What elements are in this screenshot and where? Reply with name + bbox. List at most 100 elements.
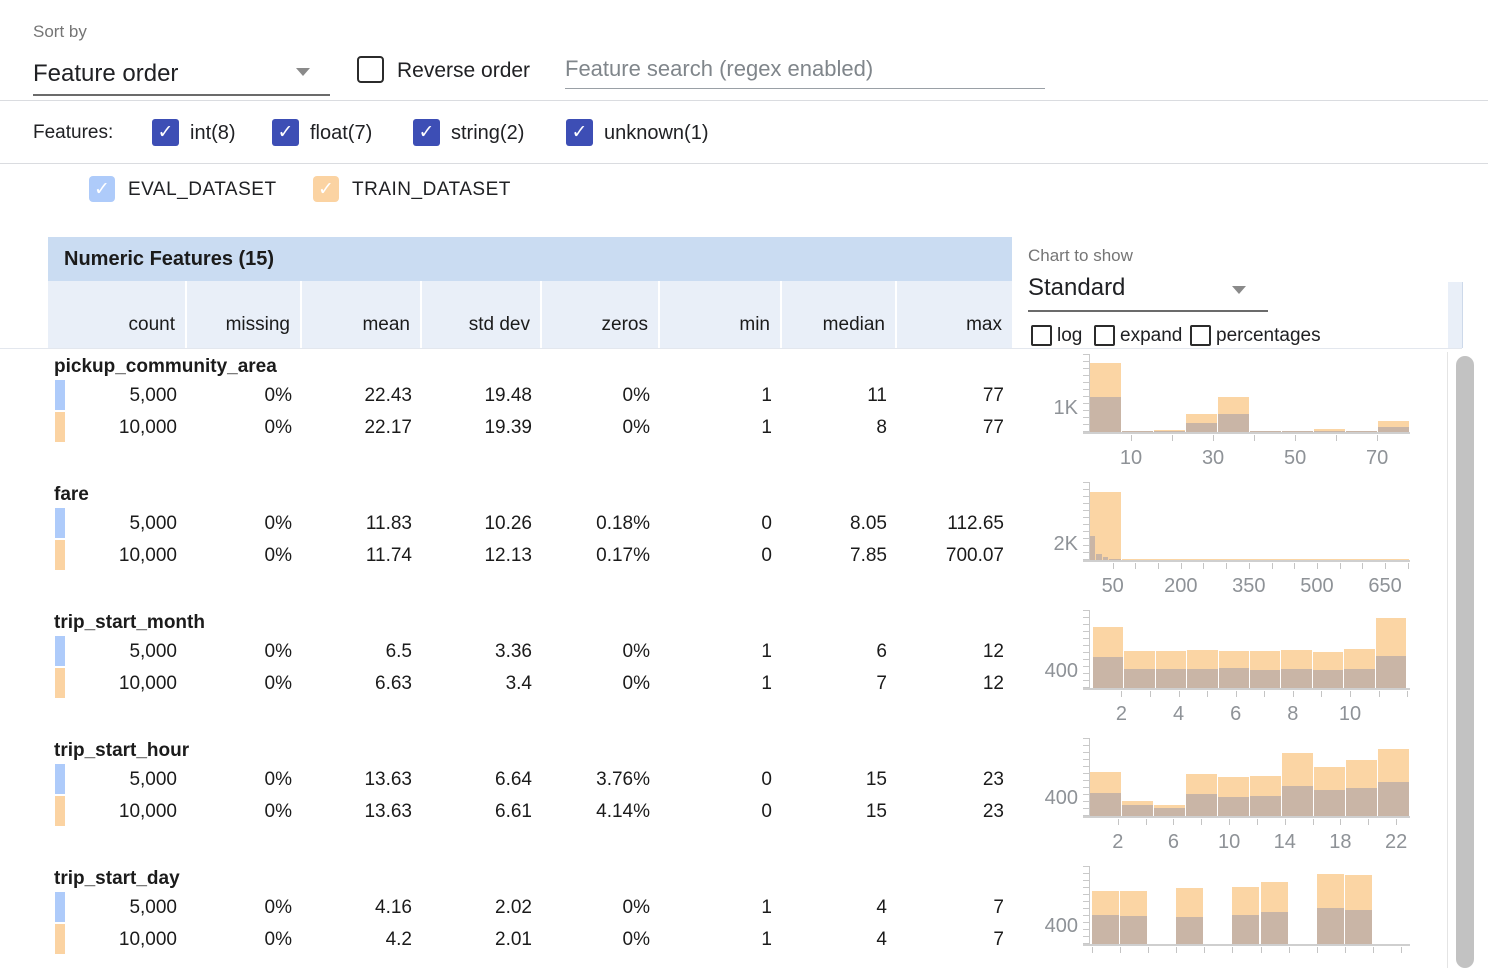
column-header-row: countmissingmeanstd devzerosminmedianmax — [48, 281, 1012, 348]
column-header-count: count — [48, 281, 185, 348]
stat-row-train: 10,0000%13.636.614.14%01523 — [48, 796, 1012, 827]
stat-value: 4.16 — [300, 892, 420, 923]
eval-histogram-bar — [1346, 788, 1377, 816]
eval-histogram-bar — [1092, 915, 1119, 944]
type-filter-float-checkbox[interactable] — [272, 119, 299, 146]
log-checkbox[interactable] — [1031, 325, 1052, 346]
column-header-mean: mean — [300, 281, 420, 348]
eval-histogram-bar — [1281, 669, 1311, 688]
stat-value: 23 — [895, 764, 1012, 795]
stat-value: 6 — [780, 636, 895, 667]
divider — [0, 100, 1488, 101]
type-filter-string-label: string(2) — [451, 122, 524, 145]
x-axis-tick-label: 30 — [1202, 447, 1224, 470]
chart-to-show-label: Chart to show — [1028, 246, 1133, 266]
y-axis-label: 400 — [1028, 660, 1078, 682]
percentages-checkbox[interactable] — [1190, 325, 1211, 346]
column-header-max: max — [895, 281, 1012, 348]
x-axis-tick — [1321, 691, 1322, 697]
train-series-swatch — [55, 668, 65, 698]
stat-value: 7 — [895, 892, 1012, 923]
sort-by-select[interactable]: Feature order — [33, 48, 330, 96]
x-axis-tick — [1373, 947, 1374, 953]
feature-list: pickup_community_area 5,0000%22.4319.480… — [48, 352, 1460, 968]
stat-value: 11.74 — [300, 540, 420, 571]
x-axis-tick-label: 650 — [1368, 575, 1401, 598]
stat-value: 700.07 — [895, 540, 1012, 571]
x-axis-tick — [1135, 563, 1136, 569]
x-axis-tick — [1345, 947, 1346, 953]
x-axis-tick — [1285, 819, 1286, 825]
feature-histogram: 2K 50200350500650 — [1028, 480, 1460, 608]
features-filter-label: Features: — [33, 122, 113, 144]
stat-value: 77 — [895, 412, 1012, 443]
stat-value: 1 — [658, 380, 780, 411]
eval-histogram-bar — [1122, 805, 1153, 816]
y-axis-label: 400 — [1028, 915, 1078, 937]
stat-value: 0.18% — [540, 508, 658, 539]
eval-histogram-bar — [1232, 915, 1259, 944]
stat-value: 2.02 — [420, 892, 540, 923]
eval-histogram-bar — [1176, 917, 1203, 944]
eval-histogram-bar — [1154, 808, 1185, 816]
x-axis-tick — [1317, 947, 1318, 953]
vertical-scrollbar[interactable] — [1456, 356, 1474, 968]
type-filter-string-checkbox[interactable] — [413, 119, 440, 146]
stat-value: 3.76% — [540, 764, 658, 795]
stat-value: 12.13 — [420, 540, 540, 571]
x-axis-tick — [1254, 435, 1255, 441]
expand-checkbox[interactable] — [1094, 325, 1115, 346]
eval-series-swatch — [55, 636, 65, 666]
eval-histogram-bar — [1250, 796, 1281, 816]
x-axis-tick-label: 8 — [1287, 703, 1298, 726]
x-axis-line — [1083, 944, 1410, 946]
eval-histogram-bar — [1261, 912, 1288, 944]
feature-name: trip_start_hour — [54, 740, 189, 762]
feature-name: pickup_community_area — [54, 356, 277, 378]
stat-value: 6.61 — [420, 796, 540, 827]
stat-row-train: 10,0000%4.22.010%147 — [48, 924, 1012, 955]
stat-value: 7.85 — [780, 540, 895, 571]
x-axis-tick — [1257, 819, 1258, 825]
x-axis-tick — [1121, 691, 1122, 697]
stat-value: 23 — [895, 796, 1012, 827]
eval-series-swatch — [55, 892, 65, 922]
stat-value: 0% — [185, 380, 300, 411]
eval-histogram-bar — [1120, 916, 1147, 944]
chart-type-select[interactable]: Standard — [1028, 272, 1268, 312]
x-axis-tick — [1232, 947, 1233, 953]
stat-value: 10,000 — [48, 668, 185, 699]
stat-value: 2.01 — [420, 924, 540, 955]
chevron-down-icon — [296, 68, 310, 76]
feature-group: trip_start_day 5,0000%4.162.020%147 10,0… — [48, 864, 1460, 968]
eval-histogram-bar — [1345, 910, 1372, 944]
eval-histogram-bar — [1313, 670, 1343, 688]
x-axis-tick — [1204, 947, 1205, 953]
reverse-order-checkbox[interactable] — [357, 56, 384, 83]
stat-value: 0% — [540, 412, 658, 443]
x-axis-tick — [1203, 563, 1204, 569]
stat-value: 11 — [780, 380, 895, 411]
stat-value: 8 — [780, 412, 895, 443]
stat-value: 0 — [658, 764, 780, 795]
x-axis-tick-label: 50 — [1102, 575, 1124, 598]
dataset-label-train: TRAIN_DATASET — [352, 179, 511, 201]
stat-value: 13.63 — [300, 796, 420, 827]
stat-value: 10.26 — [420, 508, 540, 539]
type-filter-unknown-checkbox[interactable] — [566, 119, 593, 146]
dataset-toggle-eval-checkbox[interactable] — [89, 176, 115, 202]
stat-value: 0% — [540, 380, 658, 411]
stat-value: 6.64 — [420, 764, 540, 795]
chevron-down-icon — [1232, 286, 1246, 294]
x-axis-tick — [1362, 563, 1363, 569]
stat-row-eval: 5,0000%6.53.360%1612 — [48, 636, 1012, 667]
type-filter-int-checkbox[interactable] — [152, 119, 179, 146]
x-axis-tick — [1350, 691, 1351, 697]
eval-histogram-bar — [1093, 657, 1123, 688]
feature-search-input[interactable] — [565, 56, 1045, 89]
reverse-order-label: Reverse order — [397, 59, 530, 83]
x-axis-tick — [1172, 435, 1173, 441]
dataset-toggle-train-checkbox[interactable] — [313, 176, 339, 202]
stat-value: 0 — [658, 508, 780, 539]
stat-value: 12 — [895, 668, 1012, 699]
